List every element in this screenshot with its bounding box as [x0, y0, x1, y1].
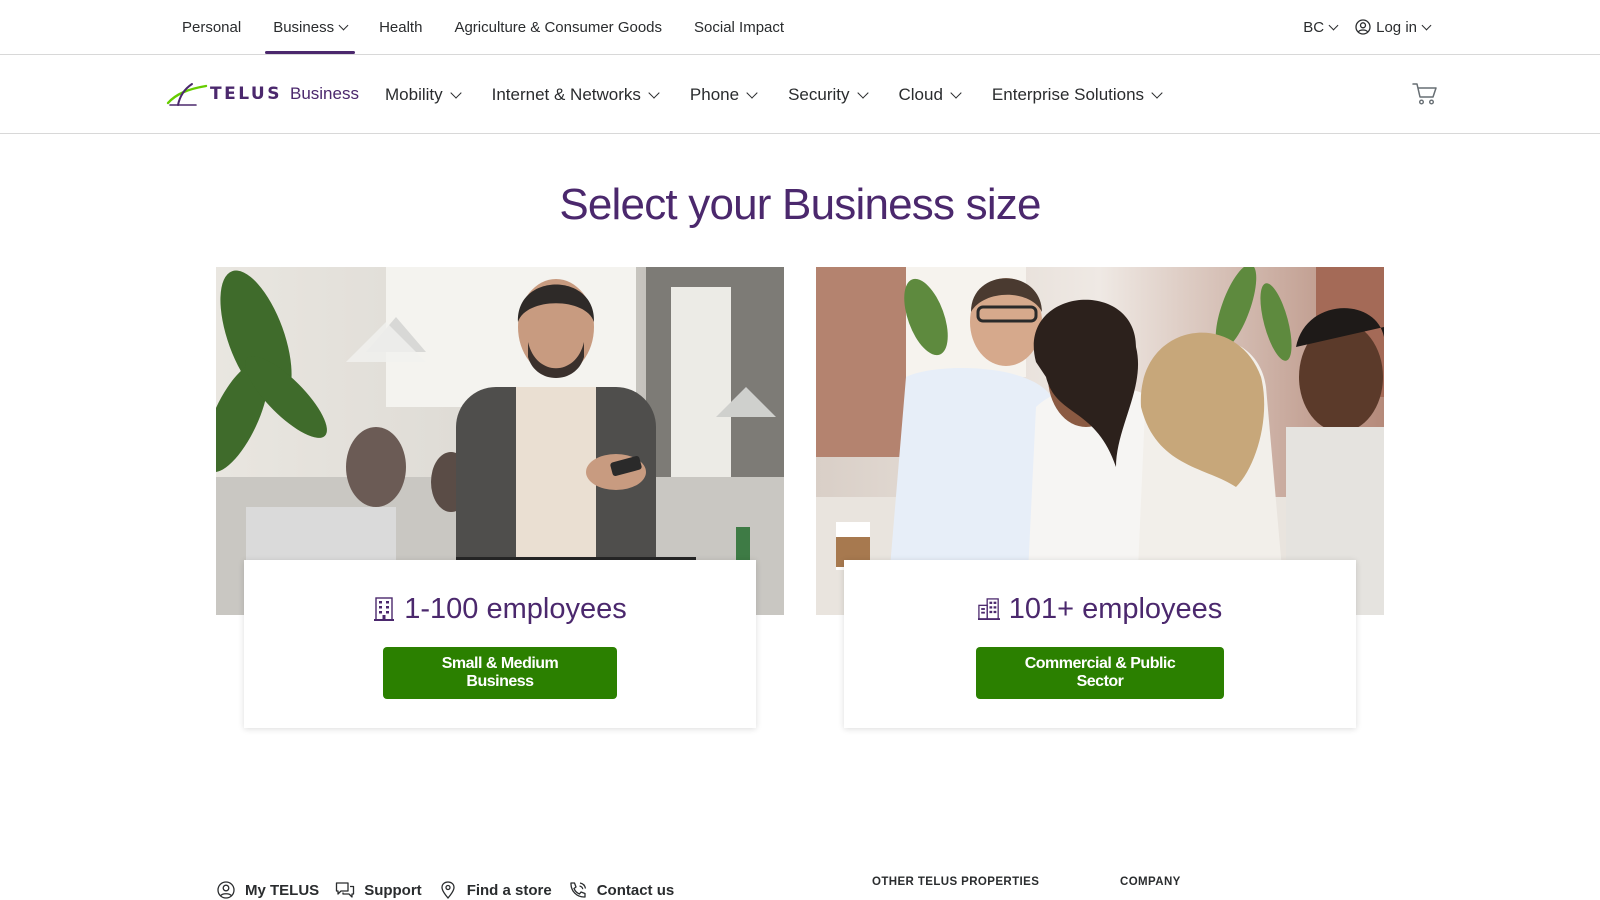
card-title-text: 1-100 employees: [404, 592, 627, 625]
chevron-down-icon: [338, 20, 349, 30]
footer-link-find-store[interactable]: Find a store: [438, 881, 552, 899]
chevron-down-icon: [1421, 20, 1432, 30]
user-circle-icon: [1355, 19, 1371, 35]
small-business-card: 1-100 employees Small & Medium Business: [244, 560, 756, 728]
menu-security[interactable]: Security: [772, 85, 882, 105]
chevron-down-icon: [1328, 20, 1339, 30]
commercial-public-sector-button[interactable]: Commercial & Public Sector: [976, 647, 1224, 699]
segment-health[interactable]: Health: [363, 0, 438, 54]
login-label: Log in: [1376, 18, 1417, 36]
menu-label: Mobility: [385, 84, 443, 104]
footer-link-label: Support: [364, 881, 422, 899]
small-medium-business-button[interactable]: Small & Medium Business: [383, 647, 617, 699]
segment-label: Business: [273, 18, 335, 36]
chevron-down-icon: [950, 86, 962, 99]
chevron-down-icon: [856, 86, 869, 99]
footer-link-label: My TELUS: [245, 881, 320, 899]
menu-label: Security: [788, 84, 850, 104]
telus-business-logo[interactable]: TELUS Business: [166, 81, 359, 107]
segment-social-impact[interactable]: Social Impact: [678, 0, 800, 54]
region-label: BC: [1303, 18, 1325, 36]
page-title: Select your Business size: [559, 180, 1041, 229]
telus-logo-mark-icon: [166, 83, 208, 106]
footer-heading-other-properties: OTHER TELUS PROPERTIES: [872, 876, 1040, 888]
segment-label: Health: [379, 18, 423, 36]
segment-nav: Personal Business Health Agriculture & C…: [166, 0, 800, 54]
segment-agriculture[interactable]: Agriculture & Consumer Goods: [438, 0, 678, 54]
buildings-icon: [977, 598, 1000, 620]
menu-phone[interactable]: Phone: [674, 85, 772, 105]
chat-icon: [336, 882, 355, 898]
segment-personal[interactable]: Personal: [166, 0, 257, 54]
chevron-down-icon: [1151, 86, 1163, 99]
main-nav: TELUS Business Mobility Internet & Netwo…: [0, 55, 1600, 134]
card-title-text: 101+ employees: [1008, 592, 1223, 625]
card-title: 101+ employees: [977, 591, 1223, 627]
card-title: 1-100 employees: [373, 591, 627, 627]
menu-mobility[interactable]: Mobility: [369, 85, 476, 105]
cart-icon[interactable]: [1412, 82, 1438, 106]
logo-wordmark: TELUS: [210, 84, 282, 104]
menu-label: Phone: [689, 84, 740, 104]
enterprise-card: 101+ employees Commercial & Public Secto…: [844, 560, 1356, 728]
footer-link-label: Find a store: [466, 881, 552, 899]
menu-label: Cloud: [898, 84, 943, 104]
segment-label: Agriculture & Consumer Goods: [454, 18, 663, 36]
region-selector[interactable]: BC: [1303, 18, 1339, 36]
segment-label: Personal: [182, 18, 242, 36]
footer-quick-links: My TELUS Support Find a store Contact us: [216, 881, 674, 899]
utility-bar: Personal Business Health Agriculture & C…: [0, 0, 1600, 55]
product-menu: Mobility Internet & Networks Phone Secur…: [369, 55, 1177, 134]
chevron-down-icon: [746, 86, 758, 99]
footer-link-support[interactable]: Support: [335, 881, 422, 899]
chevron-down-icon: [449, 86, 462, 99]
footer-link-label: Contact us: [596, 881, 675, 899]
menu-cloud[interactable]: Cloud: [883, 85, 976, 105]
footer-link-contact[interactable]: Contact us: [568, 881, 675, 899]
location-pin-icon: [441, 881, 455, 899]
segment-label: Social Impact: [694, 18, 785, 36]
phone-icon: [570, 882, 586, 898]
utility-controls: BC Log in: [1303, 0, 1432, 54]
menu-label: Internet & Networks: [491, 84, 641, 104]
segment-business[interactable]: Business: [257, 0, 363, 54]
menu-enterprise-solutions[interactable]: Enterprise Solutions: [976, 85, 1177, 105]
footer-heading-company: COMPANY: [1120, 876, 1181, 888]
menu-internet-networks[interactable]: Internet & Networks: [476, 85, 674, 105]
footer-link-my-telus[interactable]: My TELUS: [216, 881, 319, 899]
building-icon: [374, 597, 395, 621]
menu-label: Enterprise Solutions: [991, 84, 1145, 104]
login-button[interactable]: Log in: [1355, 18, 1432, 36]
logo-subtitle: Business: [289, 84, 359, 103]
chevron-down-icon: [648, 86, 660, 99]
user-icon: [217, 881, 235, 899]
